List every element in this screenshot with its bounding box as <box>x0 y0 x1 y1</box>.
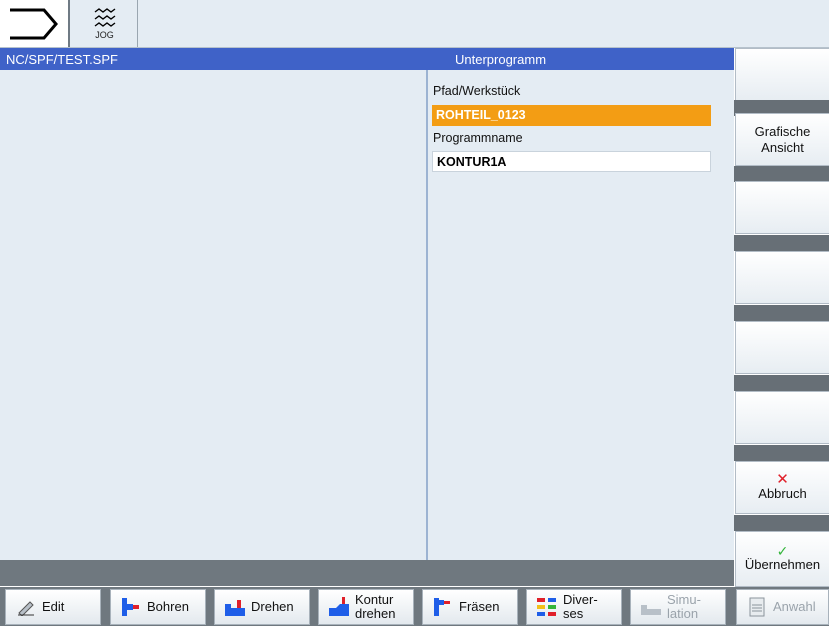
diverses-label-line1: Diver- <box>563 592 598 607</box>
jog-label: JOG <box>95 30 114 40</box>
status-strip <box>0 560 734 586</box>
softkey-v6[interactable] <box>735 391 829 444</box>
kontur-label-line2: drehen <box>355 606 396 621</box>
abbruch-label: Abbruch <box>758 485 807 501</box>
drehen-label: Drehen <box>251 599 294 614</box>
drehen-button[interactable]: Drehen <box>214 589 310 625</box>
fraesen-button[interactable]: Fräsen <box>422 589 518 625</box>
jog-wave-icon <box>94 8 115 27</box>
kontur-drehen-button[interactable]: Kontur drehen <box>318 589 414 625</box>
anwahl-label: Anwahl <box>773 599 816 614</box>
milling-icon <box>431 596 455 618</box>
diverses-label: Diver- ses <box>563 593 598 621</box>
form-title: Unterprogramm <box>455 52 547 67</box>
uebernehmen-button[interactable]: ✓ Übernehmen <box>735 531 829 587</box>
title-bar: NC/SPF/TEST.SPF Unterprogramm <box>0 48 734 70</box>
softkey-separator <box>734 445 829 461</box>
top-header: JOG <box>0 0 829 48</box>
softkey-v4[interactable] <box>735 251 829 304</box>
anwahl-button[interactable]: Anwahl <box>736 589 829 625</box>
contour-turning-icon <box>327 596 351 618</box>
softkey-separator <box>734 166 829 182</box>
grafische-ansicht-label-line1: Grafische <box>754 123 811 139</box>
softkey-separator <box>734 375 829 391</box>
simulation-icon <box>639 596 663 618</box>
softkey-separator <box>734 305 829 321</box>
program-indicator[interactable] <box>0 0 70 47</box>
drill-icon <box>119 596 143 618</box>
main-panel: NC/SPF/TEST.SPF Unterprogramm Pfad/Werks… <box>0 48 734 564</box>
diverses-label-line2: ses <box>563 606 584 621</box>
accept-check-icon: ✓ <box>776 543 789 559</box>
program-name-label: Programmname <box>433 131 523 145</box>
path-label: Pfad/Werkstück <box>433 84 521 98</box>
softkey-separator <box>734 235 829 251</box>
simulation-label-line2: lation <box>667 606 699 621</box>
bohren-label: Bohren <box>147 599 189 614</box>
bohren-button[interactable]: Bohren <box>110 589 206 625</box>
edit-label: Edit <box>42 599 65 614</box>
jog-mode-indicator[interactable]: JOG <box>72 0 138 47</box>
grafische-ansicht-label-line2: Ansicht <box>761 139 804 155</box>
simulation-label-line1: Simu- <box>667 592 701 607</box>
grafische-ansicht-button[interactable]: Grafische Ansicht <box>735 113 829 166</box>
program-name-field[interactable]: KONTUR1A <box>432 151 711 172</box>
diverses-button[interactable]: Diver- ses <box>526 589 622 625</box>
softkey-v1[interactable] <box>735 48 829 101</box>
panel-divider <box>426 70 428 564</box>
abbruch-button[interactable]: ✕ Abbruch <box>735 461 829 514</box>
simulation-button[interactable]: Simu- lation <box>630 589 726 625</box>
kontur-drehen-label: Kontur drehen <box>355 593 395 621</box>
cancel-x-icon: ✕ <box>776 470 789 488</box>
uebernehmen-label: Übernehmen <box>744 557 821 572</box>
program-arrow-icon <box>10 8 58 39</box>
program-path-title: NC/SPF/TEST.SPF <box>6 52 118 67</box>
edit-button[interactable]: Edit <box>5 589 101 625</box>
kontur-label-line1: Kontur <box>355 592 394 607</box>
miscellaneous-icon <box>535 596 559 618</box>
path-field[interactable]: ROHTEIL_0123 <box>432 105 711 126</box>
vertical-softkey-bar: Grafische Ansicht ✕ Abbruch ✓ Übernehmen <box>734 48 829 587</box>
softkey-v5[interactable] <box>735 321 829 374</box>
softkey-v3[interactable] <box>735 181 829 234</box>
nc-document-icon <box>745 596 769 618</box>
turning-icon <box>223 596 247 618</box>
softkey-separator <box>734 515 829 531</box>
horizontal-softkey-bar: Edit Bohren Drehen Kontur drehen Fräsen <box>0 587 829 626</box>
fraesen-label: Fräsen <box>459 599 500 614</box>
simulation-label: Simu- lation <box>667 593 701 621</box>
edit-pencil-icon <box>14 596 38 618</box>
